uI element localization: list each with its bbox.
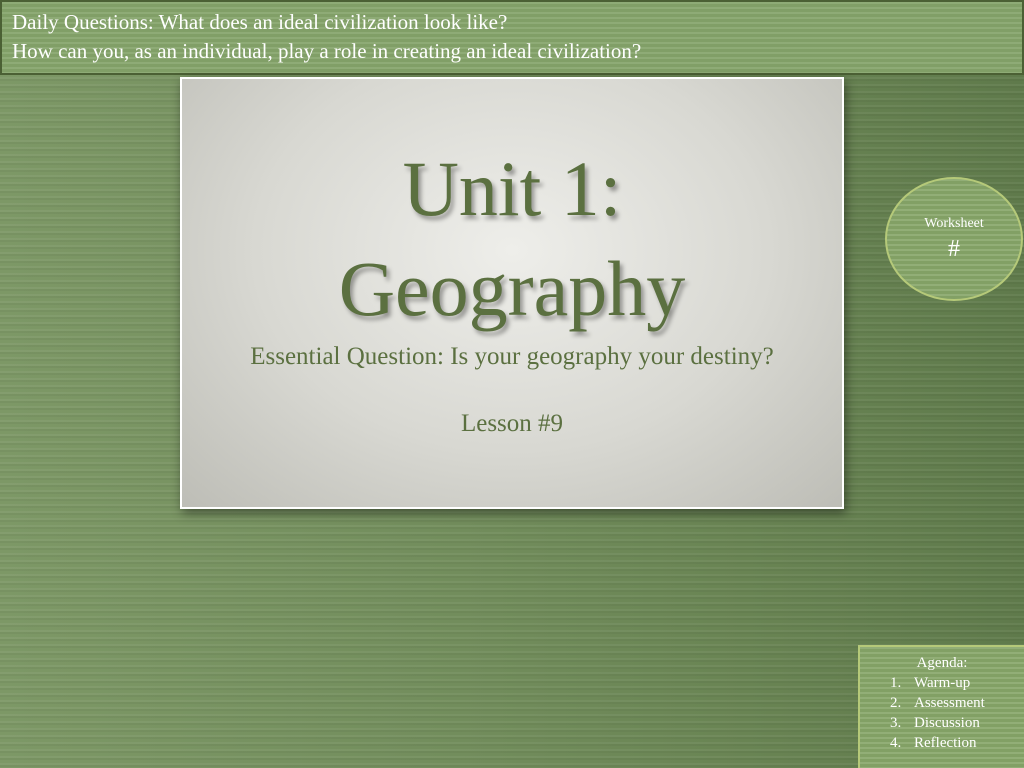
agenda-item-label: Reflection [914,735,977,751]
unit-title-line-2: Geography [338,245,686,332]
worksheet-badge: Worksheet # [885,177,1023,301]
title-card: Unit 1: Geography Essential Question: Is… [180,77,844,509]
worksheet-label: Worksheet [924,216,984,231]
agenda-list: 1. Warm-up 2. Assessment 3. Discussion 4… [860,673,1024,753]
agenda-item-number: 4. [890,735,902,751]
agenda-box: Agenda: 1. Warm-up 2. Assessment 3. Disc… [858,645,1024,768]
agenda-item-label: Warm-up [914,675,971,691]
essential-question: Essential Question: Is your geography yo… [250,343,774,370]
daily-question-line-1: Daily Questions: What does an ideal civi… [12,10,508,34]
lesson-number: Lesson #9 [460,410,564,437]
daily-question-line-2: How can you, as an individual, play a ro… [12,39,642,63]
agenda-item-number: 2. [890,695,902,711]
agenda-item: 2. Assessment [860,693,1024,713]
agenda-item-label: Assessment [914,695,985,711]
agenda-item-number: 1. [890,675,902,691]
agenda-item: 1. Warm-up [860,673,1024,693]
agenda-item: 4. Reflection [860,733,1024,753]
worksheet-number: # [948,236,960,262]
unit-title-line-1: Unit 1: [402,145,622,232]
agenda-item-number: 3. [890,715,902,731]
unit-title: Unit 1: Geography [182,139,842,339]
agenda-item: 3. Discussion [860,713,1024,733]
daily-questions-banner: Daily Questions: What does an ideal civi… [0,0,1024,75]
agenda-item-label: Discussion [914,715,980,731]
agenda-title: Agenda: [916,655,968,671]
